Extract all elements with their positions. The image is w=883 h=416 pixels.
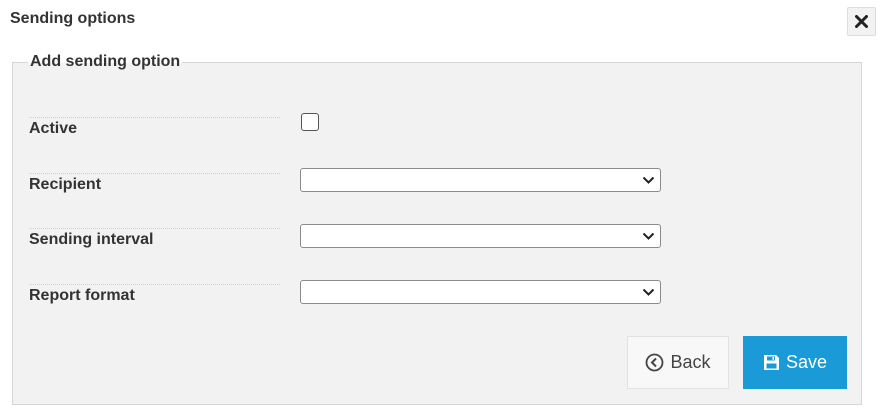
recipient-select[interactable] bbox=[300, 168, 661, 192]
back-button[interactable]: Back bbox=[627, 336, 729, 389]
active-checkbox[interactable] bbox=[301, 113, 319, 131]
active-label: Active bbox=[29, 117, 280, 138]
close-icon bbox=[855, 15, 868, 28]
chevron-left-circle-icon bbox=[646, 353, 664, 372]
recipient-label: Recipient bbox=[29, 173, 280, 194]
chevron-down-icon bbox=[642, 232, 655, 240]
sending-options-dialog: Sending options Add sending option Activ… bbox=[0, 0, 883, 416]
sending-interval-label: Sending interval bbox=[29, 228, 280, 249]
chevron-down-icon bbox=[642, 288, 655, 296]
add-sending-option-fieldset: Add sending option Active Recipient Send… bbox=[12, 53, 862, 405]
report-format-select[interactable] bbox=[300, 280, 661, 304]
save-label: Save bbox=[785, 352, 828, 372]
fieldset-legend: Add sending option bbox=[28, 53, 183, 71]
dialog-title: Sending options bbox=[10, 10, 136, 27]
floppy-disk-icon bbox=[763, 355, 779, 370]
save-button[interactable]: Save bbox=[743, 336, 847, 389]
close-button[interactable] bbox=[847, 7, 876, 36]
chevron-down-icon bbox=[642, 176, 655, 184]
back-label: Back bbox=[670, 352, 711, 372]
sending-interval-select[interactable] bbox=[300, 224, 661, 248]
report-format-label: Report format bbox=[29, 284, 280, 305]
